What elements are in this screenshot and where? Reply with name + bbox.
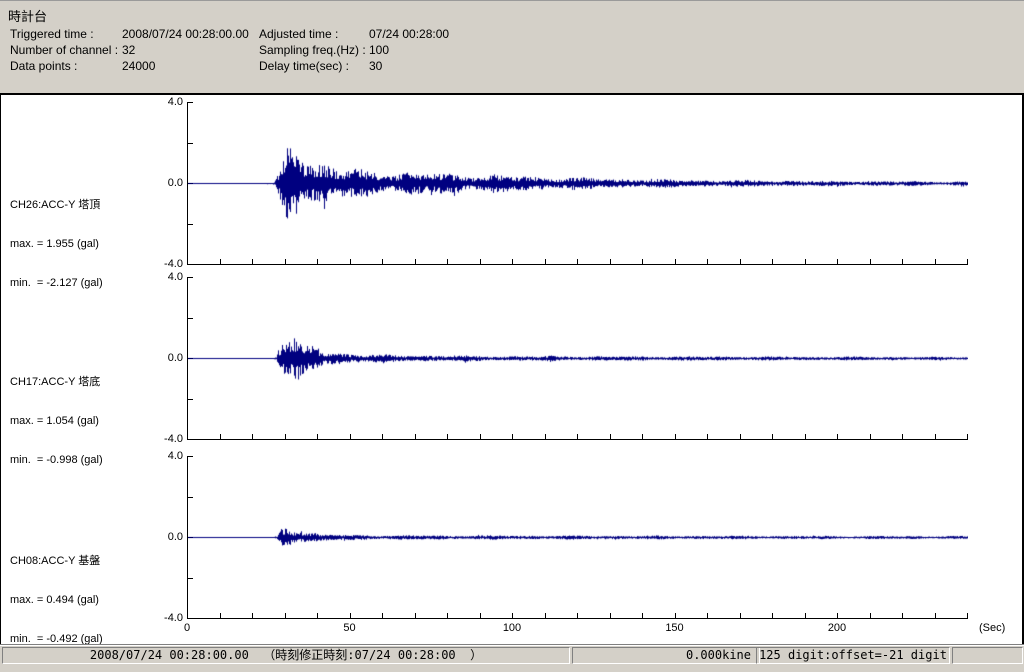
- channel-1-name: CH26:ACC-Y 塔頂: [10, 199, 101, 211]
- adjusted-time-label: Adjusted time :: [259, 27, 339, 41]
- status-bar: 2008/07/24 00:28:00.00 （時刻修正時刻:07/24 00:…: [0, 644, 1024, 664]
- channel-2-name: CH17:ACC-Y 塔底: [10, 376, 101, 388]
- y-axis-label: 0.0: [167, 352, 183, 364]
- sampling-freq-label: Sampling freq.(Hz) :: [259, 43, 366, 57]
- channel-1-max: max. = 1.955 (gal): [10, 238, 99, 250]
- channel-2-max: max. = 1.054 (gal): [10, 415, 99, 427]
- waveform-trace-3: [188, 456, 968, 619]
- x-axis-label: 0: [183, 622, 191, 634]
- waveform-trace-2: [188, 277, 968, 440]
- delay-time-label: Delay time(sec) :: [259, 59, 350, 73]
- y-axis-label: 4.0: [167, 450, 183, 462]
- x-axis-label: 50: [343, 622, 356, 634]
- data-points-value: 24000: [122, 59, 156, 73]
- app-window: 時計台 Triggered time : 2008/07/24 00:28:00…: [0, 0, 1024, 664]
- y-axis-label: 4.0: [167, 271, 183, 283]
- header-panel: 時計台 Triggered time : 2008/07/24 00:28:00…: [0, 0, 1024, 93]
- y-axis-label: -4.0: [164, 433, 183, 445]
- sampling-freq-value: 100: [369, 43, 390, 57]
- status-time-panel: 2008/07/24 00:28:00.00 （時刻修正時刻:07/24 00:…: [2, 647, 570, 664]
- status-digit-panel: 125 digit:offset=-21 digit: [756, 647, 950, 664]
- channel-2-info: CH17:ACC-Y 塔底 max. = 1.054 (gal) min. = …: [10, 350, 185, 493]
- channel-count-value: 32: [122, 43, 136, 57]
- channel-3-max: max. = 0.494 (gal): [10, 594, 99, 606]
- delay-time-value: 30: [369, 59, 383, 73]
- status-kine-panel: 0.000kine: [572, 647, 760, 664]
- x-axis-label: 200: [827, 622, 847, 634]
- app-title: 時計台: [8, 9, 48, 24]
- waveform-trace-1: [188, 102, 968, 265]
- data-points-label: Data points :: [10, 59, 78, 73]
- channel-3-name: CH08:ACC-Y 基盤: [10, 555, 101, 567]
- triggered-time-label: Triggered time :: [10, 27, 94, 41]
- adjusted-time-value: 07/24 00:28:00: [369, 27, 450, 41]
- x-axis-label: 100: [502, 622, 522, 634]
- y-axis-label: 4.0: [167, 96, 183, 108]
- channel-count-label: Number of channel :: [10, 43, 119, 57]
- y-axis-label: 0.0: [167, 531, 183, 543]
- x-axis-label: 150: [665, 622, 684, 634]
- waveform-plot-area: CH26:ACC-Y 塔頂 max. = 1.955 (gal) min. = …: [0, 93, 1024, 645]
- channel-1-info: CH26:ACC-Y 塔頂 max. = 1.955 (gal) min. = …: [10, 173, 185, 316]
- x-axis-unit-label: (Sec): [979, 622, 1006, 634]
- y-axis-label: -4.0: [164, 258, 183, 270]
- triggered-time-value: 2008/07/24 00:28:00.00: [122, 27, 249, 41]
- status-extra-panel: [952, 647, 1023, 664]
- y-axis-label: 0.0: [167, 177, 183, 189]
